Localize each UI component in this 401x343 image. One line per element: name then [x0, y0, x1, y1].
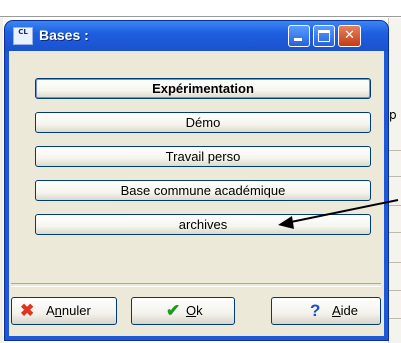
bases-dialog: CL Bases : ✕ Expérimentation Démo Travai… — [5, 21, 388, 340]
background-row-line — [388, 232, 401, 233]
app-icon-text: CL — [18, 28, 28, 36]
app-icon: CL — [13, 27, 33, 45]
background-row-line — [388, 318, 401, 319]
red-x-icon: ✖ — [20, 301, 35, 320]
ok-label: Ok — [186, 303, 203, 318]
dialog-title: Bases : — [39, 27, 89, 43]
dialog-titlebar[interactable]: CL Bases : ✕ — [5, 21, 388, 51]
background-left-panel — [0, 18, 3, 343]
cancel-button[interactable]: ✖ Annuler — [11, 297, 117, 325]
background-row-line — [388, 205, 401, 206]
dialog-client-area: Expérimentation Démo Travail perso Base … — [9, 51, 384, 336]
maximize-icon — [318, 30, 330, 42]
base-button-demo[interactable]: Démo — [35, 112, 371, 133]
background-row-line — [388, 176, 401, 177]
close-icon: ✕ — [344, 28, 355, 43]
background-text-fragment-2: p — [389, 108, 397, 122]
minimize-button[interactable] — [288, 25, 310, 47]
close-button[interactable]: ✕ — [338, 25, 361, 47]
blue-question-icon: ? — [310, 301, 321, 320]
maximize-button[interactable] — [313, 25, 335, 47]
background-row-line — [388, 262, 401, 263]
ok-button[interactable]: ✔ Ok — [131, 297, 235, 325]
background-separator — [0, 16, 401, 17]
base-button-archives[interactable]: archives — [35, 214, 371, 235]
background-row-line — [388, 290, 401, 291]
background-right-panel — [388, 18, 401, 343]
minimize-icon — [294, 38, 302, 41]
base-button-base-commune[interactable]: Base commune académique — [35, 180, 371, 201]
background-row-line — [388, 150, 401, 151]
cancel-label: Annuler — [46, 303, 91, 318]
help-label: Aide — [332, 303, 359, 318]
base-button-travail-perso[interactable]: Travail perso — [35, 146, 371, 167]
base-button-experimentation[interactable]: Expérimentation — [35, 78, 371, 99]
green-check-icon: ✔ — [166, 301, 181, 320]
footer-separator — [11, 283, 381, 287]
help-button[interactable]: ? Aide — [271, 297, 381, 325]
